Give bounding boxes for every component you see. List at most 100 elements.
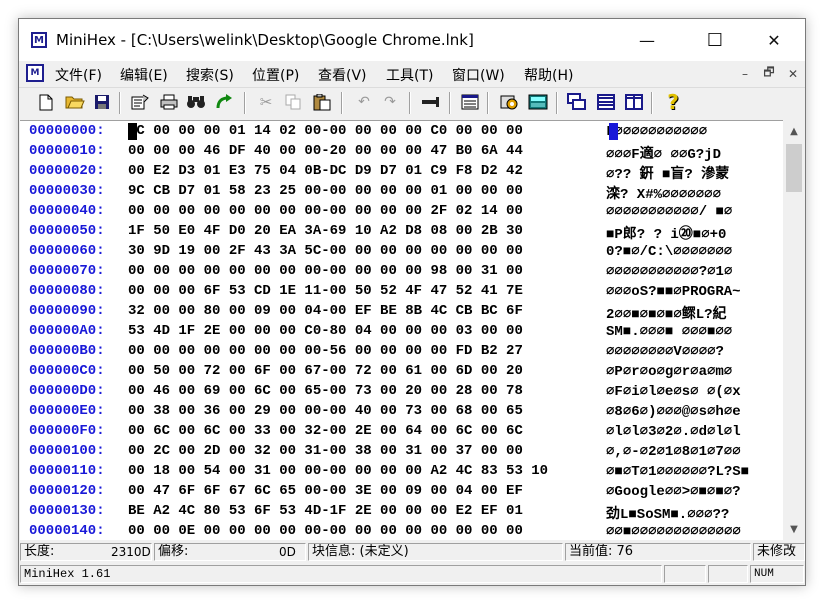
hex-row[interactable]: 00000090: 32 00 00 80 00 09 00 04-00 EF B… bbox=[20, 303, 783, 323]
hex-row[interactable]: 00000040: 00 00 00 00 00 00 00 00-00 00 0… bbox=[20, 203, 783, 223]
row-hex-bytes[interactable]: 4C 00 00 00 01 14 02 00-00 00 00 00 C0 0… bbox=[128, 123, 523, 139]
row-hex-bytes[interactable]: 1F 50 E0 4F D0 20 EA 3A-69 10 A2 D8 08 0… bbox=[128, 223, 523, 239]
row-ascii[interactable]: ∅,∅-∅2∅1∅8∅1∅7∅∅ bbox=[606, 443, 782, 460]
hex-row[interactable]: 000000F0: 00 6C 00 6C 00 33 00 32-00 2E 0… bbox=[20, 423, 783, 443]
open-folder-icon[interactable] bbox=[64, 91, 86, 113]
row-ascii[interactable]: L∅∅∅∅∅∅∅∅∅∅∅ bbox=[606, 123, 782, 140]
mdi-minimize-button[interactable]: – bbox=[735, 65, 755, 82]
insert-icon[interactable] bbox=[420, 91, 442, 113]
scroll-down-icon[interactable]: ▼ bbox=[783, 518, 805, 540]
row-hex-bytes[interactable]: 00 00 00 46 DF 40 00 00-20 00 00 00 47 B… bbox=[128, 143, 523, 159]
row-hex-bytes[interactable]: 00 00 00 00 00 00 00 00-56 00 00 00 00 F… bbox=[128, 343, 523, 359]
hex-row[interactable]: 00000060: 30 9D 19 00 2F 43 3A 5C-00 00 0… bbox=[20, 243, 783, 263]
row-hex-bytes[interactable]: 30 9D 19 00 2F 43 3A 5C-00 00 00 00 00 0… bbox=[128, 243, 523, 259]
close-button[interactable]: ✕ bbox=[751, 19, 797, 61]
find-icon[interactable] bbox=[185, 91, 207, 113]
tile-vertical-icon[interactable] bbox=[623, 91, 645, 113]
tile-horizontal-icon[interactable] bbox=[595, 91, 617, 113]
menu-help[interactable]: 帮助(H) bbox=[524, 65, 573, 85]
row-hex-bytes[interactable]: 00 18 00 54 00 31 00 00-00 00 00 00 A2 4… bbox=[128, 463, 548, 479]
undo-icon[interactable]: ↶ bbox=[353, 91, 375, 113]
menu-view[interactable]: 查看(V) bbox=[318, 65, 367, 85]
row-hex-bytes[interactable]: 32 00 00 80 00 09 00 04-00 EF BE 8B 4C C… bbox=[128, 303, 523, 319]
hex-row[interactable]: 00000110: 00 18 00 54 00 31 00 00-00 00 0… bbox=[20, 463, 783, 483]
hex-row[interactable]: 000000C0: 00 50 00 72 00 6F 00 67-00 72 0… bbox=[20, 363, 783, 383]
row-ascii[interactable]: ∅∅∅F適∅ ∅∅G?jD bbox=[606, 143, 782, 163]
view-icon[interactable] bbox=[459, 91, 481, 113]
menu-window[interactable]: 窗口(W) bbox=[452, 65, 505, 85]
row-ascii[interactable]: ∅F∅i∅l∅e∅s∅ ∅(∅x bbox=[606, 383, 782, 400]
hex-row[interactable]: 000000A0: 53 4D 1F 2E 00 00 00 C0-80 04 0… bbox=[20, 323, 783, 343]
save-icon[interactable] bbox=[91, 91, 113, 113]
row-ascii[interactable]: ∅∅∅∅∅∅∅∅V∅∅∅∅? bbox=[606, 343, 782, 360]
hex-row[interactable]: 00000130: BE A2 4C 80 53 6F 53 4D-1F 2E 0… bbox=[20, 503, 783, 523]
hex-row[interactable]: 00000080: 00 00 00 6F 53 CD 1E 11-00 50 5… bbox=[20, 283, 783, 303]
cut-icon[interactable]: ✂ bbox=[255, 91, 277, 113]
row-ascii[interactable]: 0?■∅/C:\∅∅∅∅∅∅∅ bbox=[606, 243, 782, 260]
row-hex-bytes[interactable]: 00 00 00 00 00 00 00 00-00 00 00 00 98 0… bbox=[128, 263, 523, 279]
hex-row[interactable]: 00000030: 9C CB D7 01 58 23 25 00-00 00 0… bbox=[20, 183, 783, 203]
menu-file[interactable]: 文件(F) bbox=[55, 65, 102, 85]
row-hex-bytes[interactable]: 00 E2 D3 01 E3 75 04 0B-DC D9 D7 01 C9 F… bbox=[128, 163, 523, 179]
row-ascii[interactable]: SM■.∅∅∅■ ∅∅∅■∅∅ bbox=[606, 323, 782, 340]
hex-row[interactable]: 000000B0: 00 00 00 00 00 00 00 00-56 00 0… bbox=[20, 343, 783, 363]
mdi-restore-button[interactable]: 🗗 bbox=[759, 65, 779, 82]
vertical-scrollbar[interactable]: ▲ ▼ bbox=[783, 120, 805, 540]
hex-row[interactable]: 00000020: 00 E2 D3 01 E3 75 04 0B-DC D9 D… bbox=[20, 163, 783, 183]
row-ascii[interactable]: ∅∅∅oS?■■∅PROGRA~ bbox=[606, 283, 782, 300]
mdi-close-button[interactable]: ✕ bbox=[783, 65, 803, 82]
row-ascii[interactable]: ■P郎? ? i⑳■∅+0 bbox=[606, 223, 782, 243]
goto-icon[interactable] bbox=[213, 91, 235, 113]
row-hex-bytes[interactable]: 00 00 0E 00 00 00 00 00-00 00 00 00 00 0… bbox=[128, 523, 523, 539]
row-ascii[interactable]: 滦? X#%∅∅∅∅∅∅∅ bbox=[606, 183, 782, 203]
help-icon[interactable]: ? bbox=[662, 90, 684, 114]
hex-row[interactable]: 00000010: 00 00 00 46 DF 40 00 00-20 00 0… bbox=[20, 143, 783, 163]
row-ascii[interactable]: ∅l∅l∅3∅2∅.∅d∅l∅l bbox=[606, 423, 782, 440]
calculator-icon[interactable] bbox=[527, 91, 549, 113]
menu-search[interactable]: 搜索(S) bbox=[186, 65, 234, 85]
hex-row[interactable]: 00000070: 00 00 00 00 00 00 00 00-00 00 0… bbox=[20, 263, 783, 283]
paste-icon[interactable] bbox=[311, 91, 333, 113]
cascade-icon[interactable] bbox=[566, 91, 588, 113]
row-ascii[interactable]: 2∅∅■∅■∅■∅鳏L?紀 bbox=[606, 303, 782, 323]
row-hex-bytes[interactable]: 00 47 6F 6F 67 6C 65 00-00 3E 00 09 00 0… bbox=[128, 483, 523, 499]
scroll-up-icon[interactable]: ▲ bbox=[783, 120, 805, 142]
new-file-icon[interactable] bbox=[35, 91, 57, 113]
row-ascii[interactable]: ∅∅∅∅∅∅∅∅∅∅∅/ ■∅ bbox=[606, 203, 782, 220]
hex-row[interactable]: 00000120: 00 47 6F 6F 67 6C 65 00-00 3E 0… bbox=[20, 483, 783, 503]
minimize-button[interactable]: — bbox=[624, 19, 670, 61]
row-hex-bytes[interactable]: 00 00 00 00 00 00 00 00-00 00 00 00 2F 0… bbox=[128, 203, 523, 219]
row-hex-bytes[interactable]: 00 2C 00 2D 00 32 00 31-00 38 00 31 00 3… bbox=[128, 443, 523, 459]
title-bar[interactable]: M MiniHex - [C:\Users\welink\Desktop\Goo… bbox=[19, 19, 805, 61]
row-hex-bytes[interactable]: 00 6C 00 6C 00 33 00 32-00 2E 00 64 00 6… bbox=[128, 423, 523, 439]
hex-row[interactable]: 00000100: 00 2C 00 2D 00 32 00 31-00 38 0… bbox=[20, 443, 783, 463]
menu-edit[interactable]: 编辑(E) bbox=[120, 65, 168, 85]
scrollbar-thumb[interactable] bbox=[786, 144, 802, 192]
row-hex-bytes[interactable]: 00 50 00 72 00 6F 00 67-00 72 00 61 00 6… bbox=[128, 363, 523, 379]
row-hex-bytes[interactable]: 9C CB D7 01 58 23 25 00-00 00 00 00 01 0… bbox=[128, 183, 523, 199]
menu-position[interactable]: 位置(P) bbox=[252, 65, 299, 85]
hex-row[interactable]: 00000050: 1F 50 E0 4F D0 20 EA 3A-69 10 A… bbox=[20, 223, 783, 243]
hex-row[interactable]: 000000E0: 00 38 00 36 00 29 00 00-00 40 0… bbox=[20, 403, 783, 423]
hex-editor-view[interactable]: 00000000: 4C 00 00 00 01 14 02 00-00 00 0… bbox=[20, 120, 783, 540]
row-ascii[interactable]: ∅Google∅∅>∅■∅■∅? bbox=[606, 483, 782, 500]
settings-icon[interactable] bbox=[498, 91, 520, 113]
row-hex-bytes[interactable]: 00 00 00 6F 53 CD 1E 11-00 50 52 4F 47 5… bbox=[128, 283, 523, 299]
row-ascii[interactable]: ∅∅∅∅∅∅∅∅∅∅∅?∅1∅ bbox=[606, 263, 782, 280]
row-hex-bytes[interactable]: 00 38 00 36 00 29 00 00-00 40 00 73 00 6… bbox=[128, 403, 523, 419]
hex-row[interactable]: 00000140: 00 00 0E 00 00 00 00 00-00 00 0… bbox=[20, 523, 783, 540]
document-icon[interactable]: M bbox=[26, 64, 44, 82]
print-icon[interactable] bbox=[158, 91, 180, 113]
row-ascii[interactable]: ∅?? 銒 ■盲? 滲蒙 bbox=[606, 163, 782, 183]
row-ascii[interactable]: ∅P∅r∅o∅g∅r∅a∅m∅ bbox=[606, 363, 782, 380]
copy-icon[interactable] bbox=[282, 91, 304, 113]
redo-icon[interactable]: ↷ bbox=[379, 91, 401, 113]
row-hex-bytes[interactable]: BE A2 4C 80 53 6F 53 4D-1F 2E 00 00 00 E… bbox=[128, 503, 523, 519]
menu-tools[interactable]: 工具(T) bbox=[386, 65, 433, 85]
properties-icon[interactable] bbox=[129, 91, 151, 113]
row-hex-bytes[interactable]: 53 4D 1F 2E 00 00 00 C0-80 04 00 00 00 0… bbox=[128, 323, 523, 339]
maximize-button[interactable]: ☐ bbox=[692, 19, 738, 61]
row-ascii[interactable]: ∅8∅6∅)∅∅∅@∅s∅h∅e bbox=[606, 403, 782, 420]
row-ascii[interactable]: 劲L■SoSM■.∅∅∅?? bbox=[606, 503, 782, 523]
row-ascii[interactable]: ∅■∅T∅1∅∅∅∅∅∅?L?S■ bbox=[606, 463, 782, 480]
